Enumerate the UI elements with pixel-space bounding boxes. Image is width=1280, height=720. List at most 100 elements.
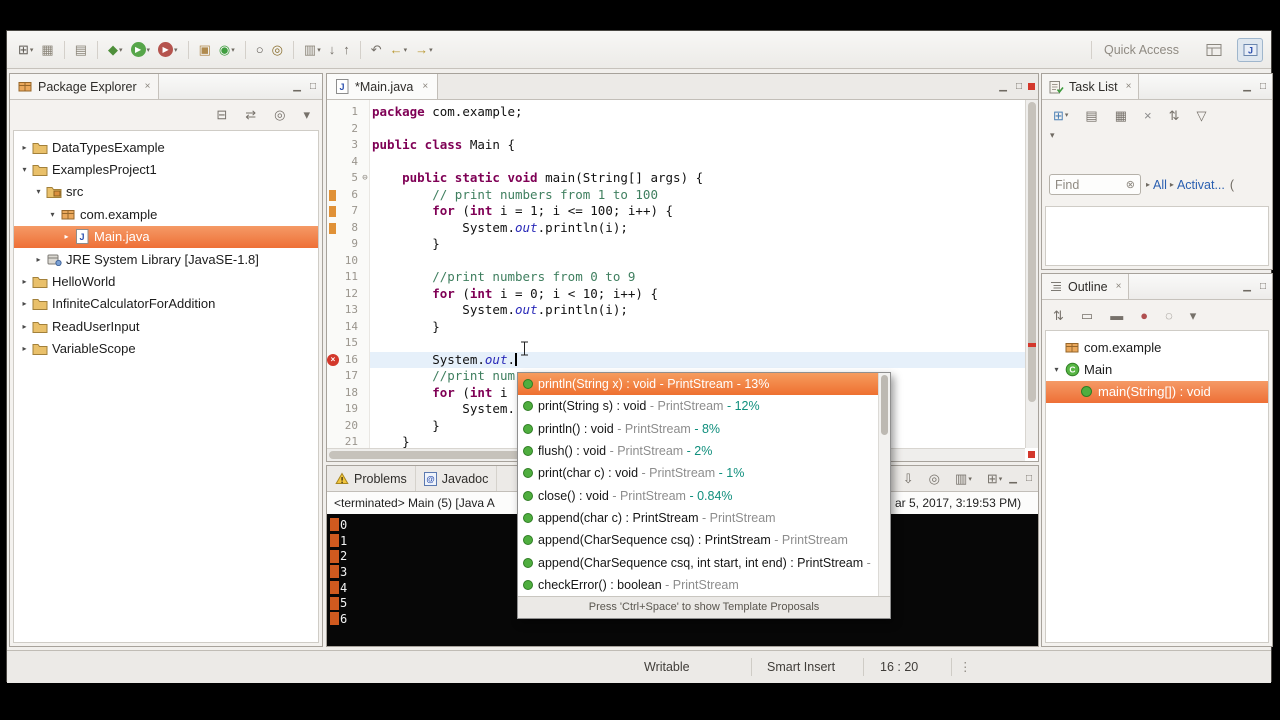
project-tree-item[interactable]: ▸ VariableScope [14, 338, 318, 360]
task-list-link[interactable]: Activat... [1177, 178, 1225, 192]
focus-button[interactable]: ◎ [271, 106, 288, 123]
completion-item[interactable]: flush() : void - PrintStream - 2% [518, 440, 878, 462]
quick-access[interactable]: Quick Access [1090, 40, 1191, 59]
code-line[interactable]: 9 } [327, 236, 1025, 253]
code-line[interactable]: 4 [327, 154, 1025, 171]
scrollbar-thumb[interactable] [1028, 102, 1036, 402]
project-tree-item[interactable]: ▸ HelloWorld [14, 270, 318, 292]
save-button[interactable]: ▦ [38, 41, 56, 58]
new-wizard-button[interactable]: ⊞ ▾ [15, 41, 36, 58]
synchronize-button[interactable]: ⇅ [1166, 107, 1183, 124]
view-menu-button[interactable]: ▾ [300, 106, 313, 123]
delete-task-button[interactable]: × [1141, 107, 1155, 124]
previous-annotation-button[interactable]: ↑ [340, 41, 353, 58]
chevron-right-icon[interactable]: ▸ [18, 344, 31, 353]
completion-item[interactable]: close() : void - PrintStream - 0.84% [518, 484, 878, 506]
hide-fields-button[interactable]: ▭ [1078, 307, 1096, 324]
task-list-link[interactable]: All [1153, 178, 1167, 192]
code-line[interactable]: 7 for (int i = 1; i <= 100; i++) { [327, 203, 1025, 220]
back-button[interactable]: ← ▾ [387, 41, 411, 58]
completion-item[interactable]: println(String x) : void - PrintStream -… [518, 373, 878, 396]
completion-item[interactable]: println() : void - PrintStream - 8% [518, 418, 878, 440]
chevron-down-icon[interactable]: ▾ [18, 165, 31, 174]
chevron-down-icon[interactable]: ▾ [46, 210, 59, 219]
editor-vertical-scrollbar[interactable] [1025, 100, 1038, 448]
run-external-tools-button[interactable]: ▶ ▾ [155, 40, 181, 59]
maximize-button[interactable]: □ [310, 81, 316, 92]
minimize-button[interactable]: ▁ [1243, 81, 1251, 92]
chevron-right-icon[interactable]: ▸ [60, 232, 73, 241]
categorized-button[interactable]: ▤ [1082, 107, 1100, 124]
outline-tree-item[interactable]: com.example [1046, 336, 1268, 358]
chevron-right-icon[interactable]: ▸ [18, 299, 31, 308]
tab-task-list[interactable]: Task List × [1042, 74, 1140, 99]
scrollbar-thumb[interactable] [881, 375, 888, 435]
maximize-button[interactable]: □ [1260, 281, 1266, 292]
debug-button[interactable]: ◆ ▾ [105, 41, 126, 58]
chevron-right-icon[interactable]: ▸ [18, 277, 31, 286]
hide-static-members-button[interactable]: ▬ [1107, 307, 1126, 324]
minimize-button[interactable]: ▁ [1009, 473, 1017, 484]
new-java-project-button[interactable]: ▣ [196, 41, 214, 58]
open-console-button[interactable]: ⊞ ▾ [984, 470, 1005, 487]
scroll-lock-button[interactable]: ⇩ [900, 470, 917, 487]
link-with-editor-button[interactable]: ⇄ [242, 106, 259, 123]
completion-item[interactable]: print(String s) : void - PrintStream - 1… [518, 395, 878, 417]
open-type-button[interactable]: ○ [253, 41, 267, 58]
search-button[interactable]: ◎ [269, 41, 286, 58]
tab-outline[interactable]: Outline × [1042, 274, 1130, 299]
sort-button[interactable]: ⇅ [1050, 307, 1067, 324]
code-line[interactable]: 11 //print numbers from 0 to 9 [327, 269, 1025, 286]
code-line[interactable]: 3 public class Main { [327, 137, 1025, 154]
completion-item[interactable]: append(CharSequence csq) : PrintStream -… [518, 529, 878, 551]
tab-javadoc[interactable]: @ Javadoc [416, 466, 498, 491]
run-button[interactable]: ▶ ▾ [128, 40, 154, 59]
print-button[interactable]: ▤ [72, 41, 90, 58]
coverage-button[interactable]: ▥ ▾ [301, 41, 324, 58]
hide-non-public-button[interactable]: ● [1137, 307, 1151, 324]
pin-console-button[interactable]: ◎ [926, 470, 943, 487]
tab-problems[interactable]: Problems [327, 466, 416, 491]
minimize-button[interactable]: ▁ [293, 81, 301, 92]
forward-button[interactable]: → ▾ [412, 41, 436, 58]
maximize-button[interactable]: □ [1260, 81, 1266, 92]
project-tree-item[interactable]: ▾ src [14, 181, 318, 203]
chevron-down-icon[interactable]: ▾ [32, 187, 45, 196]
toolbar-overflow-icon[interactable]: ▾ [1050, 130, 1055, 141]
code-line[interactable]: 13 System.out.println(i); [327, 302, 1025, 319]
minimize-button[interactable]: ▁ [1243, 281, 1251, 292]
last-edit-location-button[interactable]: ↶ [368, 41, 385, 58]
code-line[interactable]: 15 [327, 335, 1025, 352]
display-selected-console-button[interactable]: ▥ ▾ [952, 470, 975, 487]
code-line[interactable]: × 16 System.out. [327, 351, 1025, 368]
completion-item[interactable]: append(char c) : PrintStream - PrintStre… [518, 507, 878, 529]
project-tree-item[interactable]: ▸ JRE System Library [JavaSE-1.8] [14, 248, 318, 270]
hide-local-types-button[interactable]: ◌ [1162, 307, 1176, 324]
close-view-icon[interactable]: × [145, 81, 151, 92]
clear-find-icon[interactable]: ⊗ [1126, 178, 1135, 191]
chevron-right-icon[interactable]: ▸ [32, 255, 45, 264]
next-annotation-button[interactable]: ↓ [326, 41, 339, 58]
project-tree-item[interactable]: ▸ J Main.java [14, 225, 318, 248]
scheduled-button[interactable]: ▦ [1112, 107, 1130, 124]
close-view-icon[interactable]: × [1126, 81, 1132, 92]
project-tree-item[interactable]: ▾ ExamplesProject1 [14, 158, 318, 180]
collapse-all-button[interactable]: ⊟ [213, 106, 230, 123]
close-view-icon[interactable]: × [1116, 281, 1122, 292]
code-line[interactable]: 6 // print numbers from 1 to 100 [327, 187, 1025, 204]
code-line[interactable]: 5 ⊖ public static void main(String[] args… [327, 170, 1025, 187]
code-line[interactable]: 1 package com.example; [327, 104, 1025, 121]
maximize-button[interactable]: □ [1016, 81, 1022, 92]
project-tree-item[interactable]: ▸ InfiniteCalculatorForAddition [14, 293, 318, 315]
tab-main-java[interactable]: J *Main.java × [327, 74, 439, 99]
code-line[interactable]: 8 System.out.println(i); [327, 220, 1025, 237]
maximize-button[interactable]: □ [1026, 473, 1032, 484]
project-tree-item[interactable]: ▾ com.example [14, 203, 318, 225]
minimize-button[interactable]: ▁ [999, 81, 1007, 92]
outline-tree-item[interactable]: main(String[]) : void [1046, 380, 1268, 404]
code-line[interactable]: 14 } [327, 319, 1025, 336]
chevron-right-icon[interactable]: ▸ [18, 143, 31, 152]
popup-scrollbar[interactable] [878, 373, 890, 596]
view-menu-button[interactable]: ▾ [1187, 307, 1200, 324]
tab-package-explorer[interactable]: Package Explorer × [10, 74, 159, 99]
